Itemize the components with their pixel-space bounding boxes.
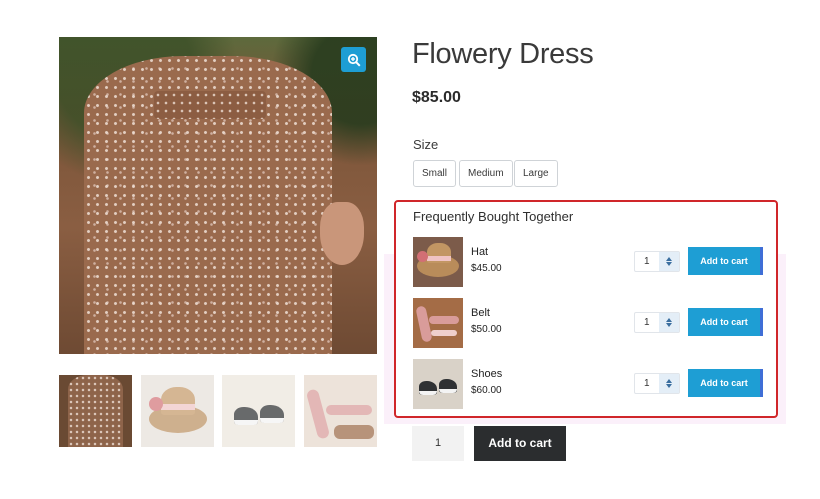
belt-strap (431, 330, 457, 336)
shoe-sole (439, 389, 457, 393)
arrow-down-icon (666, 262, 672, 266)
shoe-right (439, 379, 457, 393)
product-quantity-input[interactable]: 1 (412, 426, 464, 461)
hat-flower (417, 251, 428, 262)
dress-belt (154, 90, 266, 120)
fbt-quantity-input[interactable]: 1 (634, 312, 680, 333)
thumbnail-shoes[interactable] (222, 375, 295, 447)
size-option-large[interactable]: Large (514, 160, 558, 187)
zoom-button[interactable] (341, 47, 366, 72)
quantity-value: 1 (644, 256, 650, 267)
frequently-bought-together: Frequently Bought Together Hat $45.00 1 … (394, 200, 778, 418)
fbt-item-price: $60.00 (471, 385, 502, 396)
product-title: Flowery Dress (412, 38, 594, 70)
fbt-item-image[interactable] (413, 298, 463, 348)
size-label: Size (413, 137, 439, 152)
fbt-quantity-input[interactable]: 1 (634, 373, 680, 394)
zoom-in-icon (347, 53, 361, 67)
arrow-up-icon (666, 379, 672, 383)
fbt-add-to-cart-button[interactable]: Add to cart (688, 369, 760, 397)
fbt-add-to-cart-button[interactable]: Add to cart (688, 247, 760, 275)
thumbnail-overlay (304, 375, 377, 447)
fbt-item-hat: Hat $45.00 1 Add to cart (413, 237, 763, 287)
thumbnail-hat[interactable] (141, 375, 214, 447)
belt-strap (415, 305, 433, 343)
hat-band (427, 256, 451, 261)
quantity-stepper[interactable] (659, 374, 679, 393)
fbt-item-shoes: Shoes $60.00 1 Add to cart (413, 359, 763, 409)
fbt-item-name: Belt (471, 307, 490, 319)
add-to-cart-button[interactable]: Add to cart (474, 426, 566, 461)
fbt-quantity-input[interactable]: 1 (634, 251, 680, 272)
arrow-down-icon (666, 384, 672, 388)
fbt-item-name: Hat (471, 246, 489, 258)
quantity-stepper[interactable] (659, 252, 679, 271)
thumbnail-overlay (141, 375, 214, 447)
product-price: $85.00 (412, 89, 461, 106)
fbt-item-price: $45.00 (471, 263, 502, 274)
fbt-add-to-cart-button[interactable]: Add to cart (688, 308, 760, 336)
shoe-sole (419, 391, 437, 395)
thumbnail-dress[interactable] (59, 375, 132, 447)
main-product-image[interactable] (59, 37, 377, 354)
fbt-item-image[interactable] (413, 237, 463, 287)
quantity-value: 1 (644, 378, 650, 389)
arrow-up-icon (666, 257, 672, 261)
fbt-item-name: Shoes (471, 368, 503, 380)
size-option-small[interactable]: Small (413, 160, 457, 187)
quantity-value: 1 (644, 317, 650, 328)
belt-strap (429, 316, 459, 324)
size-option-medium[interactable]: Medium (459, 160, 513, 187)
fbt-title: Frequently Bought Together (413, 209, 574, 224)
hand (319, 201, 365, 266)
shoe-left (419, 381, 437, 395)
thumbnail-overlay (222, 375, 295, 447)
thumbnail-dress-image (67, 375, 124, 447)
fbt-item-belt: Belt $50.00 1 Add to cart (413, 298, 763, 348)
arrow-up-icon (666, 318, 672, 322)
arrow-down-icon (666, 323, 672, 327)
fbt-item-image[interactable] (413, 359, 463, 409)
quantity-stepper[interactable] (659, 313, 679, 332)
fbt-item-price: $50.00 (471, 324, 502, 335)
thumbnail-belt[interactable] (304, 375, 377, 447)
